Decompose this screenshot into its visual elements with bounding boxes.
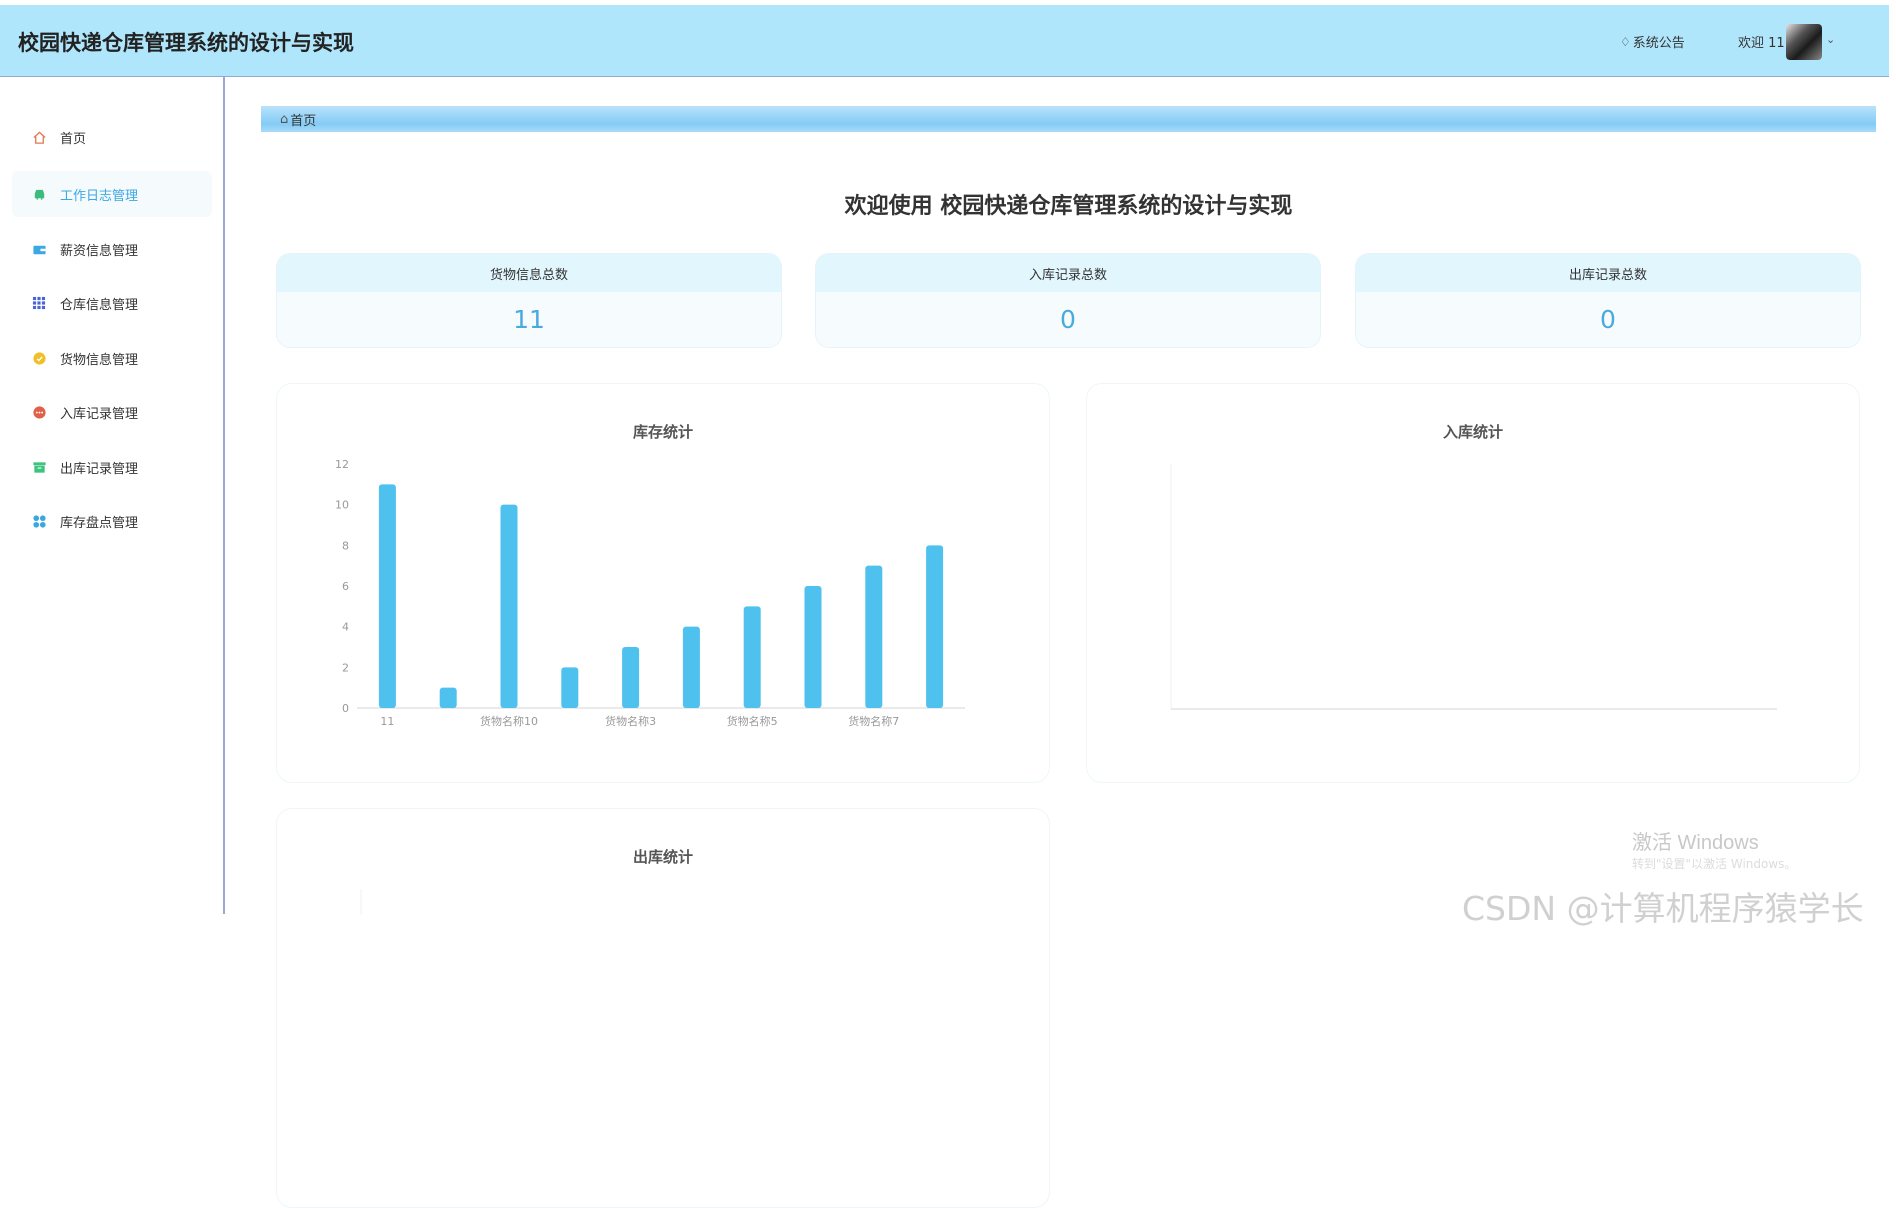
csdn-watermark: CSDN @计算机程序猿学长 [1462,889,1864,928]
bar[interactable] [500,504,518,708]
archive-icon [30,458,48,476]
sidebar-item-label: 库存盘点管理 [60,515,139,531]
stock-bar-chart: 0 2 4 6 8 10 12 11 货物名称10 货物名称3 货物名称5 货物名称7 [335,458,965,728]
y-tick-label: 0 [342,702,349,715]
wallet-icon [30,240,48,258]
stat-card-goods: 货物信息总数 11 [276,253,782,348]
windows-activate-subtitle: 转到"设置"以激活 Windows。 [1632,857,1797,871]
y-tick-label: 2 [342,661,349,674]
bar[interactable] [804,586,822,708]
y-tick-label: 8 [342,539,349,552]
welcome-title: 欢迎使用 校园快递仓库管理系统的设计与实现 [844,194,1293,219]
welcome-user-text: 欢迎 11 [1738,36,1785,51]
sidebar-item-home[interactable]: 首页 [12,114,212,160]
sidebar-item-warehouse[interactable]: 仓库信息管理 [12,280,212,326]
bar[interactable] [926,545,944,708]
bar[interactable] [378,484,396,708]
sidebar-item-inventory[interactable]: 库存盘点管理 [12,498,212,544]
home-icon [30,128,48,146]
avatar[interactable] [1786,24,1822,60]
sidebar-item-label: 工作日志管理 [60,188,139,204]
x-tick-label: 货物名称3 [605,714,656,728]
sidebar-item-label: 货物信息管理 [60,352,139,368]
top-header: 校园快递仓库管理系统的设计与实现 ♢ 系统公告 欢迎 11 ⌄ [0,5,1889,77]
app-title: 校园快递仓库管理系统的设计与实现 [18,31,354,55]
windows-activate-title: 激活 Windows [1632,832,1759,854]
sidebar-item-label: 薪资信息管理 [60,243,139,259]
y-tick-label: 12 [335,458,349,471]
bar[interactable] [865,565,883,708]
x-tick-label: 11 [380,715,394,728]
system-notice-label: 系统公告 [1632,36,1685,51]
bar[interactable] [743,606,761,708]
dots-icon [30,403,48,421]
sidebar-item-label: 入库记录管理 [60,406,139,422]
bar[interactable] [622,647,640,708]
sidebar-item-outbound[interactable]: 出库记录管理 [12,444,212,490]
stat-card-inbound: 入库记录总数 0 [815,253,1321,348]
grid-icon [30,294,48,312]
x-tick-label: 货物名称7 [848,714,899,728]
bell-icon: ♢ [1620,34,1631,49]
stat-label: 货物信息总数 [277,254,781,292]
sidebar-item-label: 仓库信息管理 [60,297,139,313]
y-tick-label: 4 [342,621,349,634]
chart-card-outbound: 出库统计 [276,808,1050,1208]
sidebar-item-salary[interactable]: 薪资信息管理 [12,226,212,272]
breadcrumb-home-link[interactable]: 首页 [290,110,316,129]
inbound-chart [1170,464,1777,710]
bar[interactable] [561,667,579,708]
home-icon[interactable]: ⌂ [280,112,288,127]
car-icon [30,185,48,203]
apps-icon [30,512,48,530]
x-tick-label: 货物名称5 [727,714,778,728]
bar[interactable] [439,687,457,708]
sidebar-item-goods[interactable]: 货物信息管理 [12,335,212,381]
sidebar: 首页 工作日志管理 薪资信息管理 仓库信息管理 货物信息管理 入库记录管理 出库… [0,77,225,914]
sidebar-item-inbound[interactable]: 入库记录管理 [12,389,212,435]
breadcrumb: ⌂ 首页 [261,106,1876,132]
stat-value: 11 [513,305,545,334]
y-tick-label: 10 [335,499,349,512]
stat-label: 入库记录总数 [816,254,1320,292]
sidebar-item-label: 出库记录管理 [60,461,139,477]
chevron-down-icon[interactable]: ⌄ [1826,33,1835,46]
stat-label: 出库记录总数 [1356,254,1860,292]
stat-value: 0 [1600,305,1616,334]
coin-icon [30,349,48,367]
y-tick-label: 6 [342,580,349,593]
outbound-chart [360,889,362,915]
x-tick-label: 货物名称10 [480,714,538,728]
stat-value: 0 [1060,305,1076,334]
system-notice-link[interactable]: ♢ 系统公告 [1620,32,1685,52]
chart-card-stock: 库存统计 0 2 4 6 8 10 12 11 货物名称10 货物名称3 货物名称5 货物名称7 [276,383,1050,783]
sidebar-item-label: 首页 [60,131,87,147]
bar[interactable] [682,626,700,708]
chart-card-inbound: 入库统计 [1086,383,1860,783]
stat-card-outbound: 出库记录总数 0 [1355,253,1861,348]
sidebar-item-work-log[interactable]: 工作日志管理 [12,171,212,217]
